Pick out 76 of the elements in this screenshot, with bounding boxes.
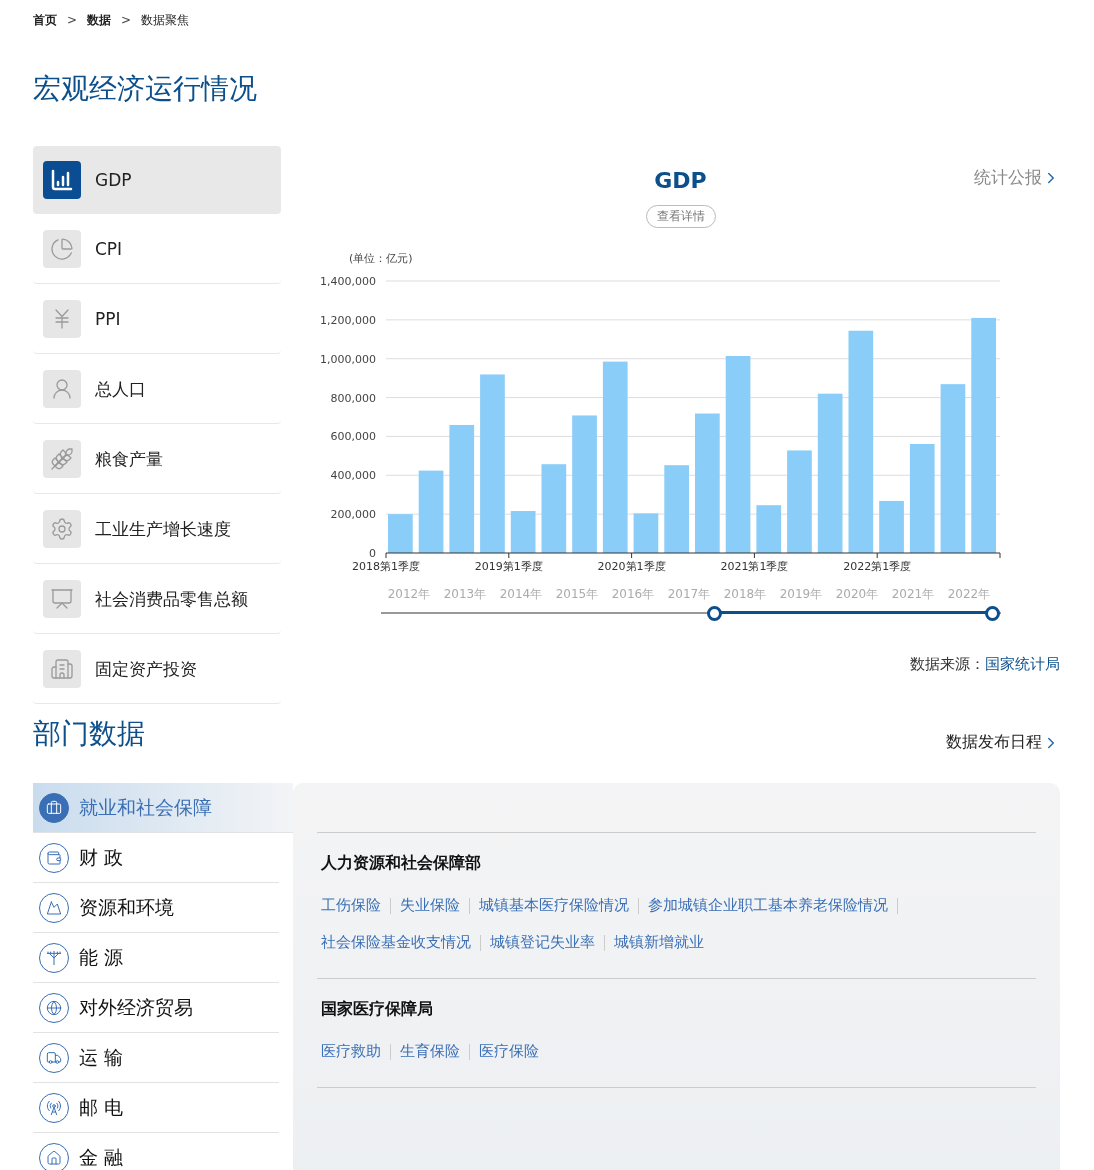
x-tick-label: 2020第1季度 — [597, 560, 666, 573]
source-label: 数据来源： — [910, 655, 985, 674]
breadcrumb-separator: > — [67, 13, 78, 27]
indicator-tab[interactable]: GDP — [33, 146, 281, 214]
person-icon — [43, 370, 81, 408]
data-link[interactable]: 城镇新增就业 — [614, 933, 704, 952]
timeline-year-label: 2012年 — [386, 586, 432, 603]
timeline-year-label: 2016年 — [610, 586, 656, 603]
data-link[interactable]: 社会保险基金收支情况 — [321, 933, 471, 952]
section-title: 部门数据 — [33, 716, 145, 752]
wallet-icon — [39, 842, 69, 873]
bar — [388, 514, 413, 553]
timeline-year-label: 2015年 — [554, 586, 600, 603]
chart-title: GDP — [654, 168, 707, 193]
globe-icon — [39, 992, 69, 1023]
schedule-link[interactable]: 数据发布日程 — [946, 732, 1060, 753]
briefcase-icon — [39, 792, 69, 823]
data-link[interactable]: 医疗救助 — [321, 1042, 381, 1061]
timeline-year-label: 2014年 — [498, 586, 544, 603]
y-tick-label: 600,000 — [330, 430, 376, 444]
bar — [879, 500, 904, 553]
data-link[interactable]: 城镇基本医疗保险情况 — [479, 896, 629, 915]
y-tick-label: 800,000 — [330, 391, 376, 405]
timeline-year-label: 2018年 — [722, 586, 768, 603]
data-link[interactable]: 生育保险 — [400, 1042, 460, 1061]
timeline-year-label: 2021年 — [890, 586, 936, 603]
data-link[interactable]: 工伤保险 — [321, 896, 381, 915]
group-title: 人力资源和社会保障部 — [321, 853, 482, 874]
x-tick-label: 2019第1季度 — [474, 560, 543, 573]
bar — [756, 505, 782, 553]
source-link[interactable]: 国家统计局 — [985, 655, 1060, 674]
data-link[interactable]: 参加城镇企业职工基本养老保险情况 — [648, 896, 888, 915]
bar-chart-icon — [43, 161, 81, 199]
timeline-year-label: 2019年 — [778, 586, 824, 603]
gear-icon — [43, 510, 81, 548]
y-tick-label: 400,000 — [330, 469, 376, 483]
pie-chart-icon — [43, 230, 81, 268]
section-title: 宏观经济运行情况 — [33, 71, 258, 107]
breadcrumb-link[interactable]: 数据聚焦 — [141, 11, 190, 29]
timeline-year-label: 2013年 — [442, 586, 488, 603]
data-link[interactable]: 医疗保险 — [479, 1042, 539, 1061]
details-button[interactable]: 查看详情 — [645, 205, 716, 228]
data-link[interactable]: 失业保险 — [400, 896, 460, 915]
timeline-year-label: 2017年 — [666, 586, 712, 603]
y-tick-label: 200,000 — [330, 508, 376, 522]
wheat-icon — [43, 440, 81, 478]
breadcrumb-separator: > — [121, 13, 132, 27]
slider-handle[interactable] — [985, 606, 1000, 621]
y-tick-label: 1,400,000 — [320, 275, 376, 288]
house-icon — [39, 1142, 69, 1170]
bar — [510, 511, 536, 553]
y-tick-label: 1,000,000 — [320, 352, 376, 366]
timeline-year-label: 2022年 — [946, 586, 992, 603]
x-tick-label: 2018第1季度 — [352, 560, 420, 573]
axis-unit-label: (单位：亿元) — [349, 252, 413, 265]
bar — [633, 513, 659, 553]
utility-pole-icon — [39, 942, 69, 973]
presentation-icon — [43, 580, 81, 618]
x-tick-label: 2021第1季度 — [720, 560, 789, 573]
department-tab[interactable]: 就业和社会保障 — [33, 783, 293, 833]
group-title: 国家医疗保障局 — [321, 999, 434, 1020]
timeline-year-label: 2020年 — [834, 586, 880, 603]
yen-icon — [43, 300, 81, 338]
slider-handle[interactable] — [707, 606, 723, 621]
data-link[interactable]: 城镇登记失业率 — [490, 933, 595, 952]
breadcrumb-link[interactable]: 数据 — [87, 11, 112, 29]
timeline-slider[interactable] — [381, 605, 1001, 623]
x-tick-label: 2022第1季度 — [843, 560, 912, 573]
building-icon — [43, 650, 81, 688]
breadcrumb-link[interactable]: 首页 — [33, 11, 57, 29]
y-tick-label: 0 — [369, 547, 376, 560]
y-tick-label: 1,200,000 — [320, 313, 376, 327]
bulletin-link[interactable]: 统计公报 — [974, 166, 1060, 189]
truck-icon — [39, 1042, 69, 1073]
mountain-icon — [39, 892, 69, 923]
radio-tower-icon — [39, 1092, 69, 1123]
